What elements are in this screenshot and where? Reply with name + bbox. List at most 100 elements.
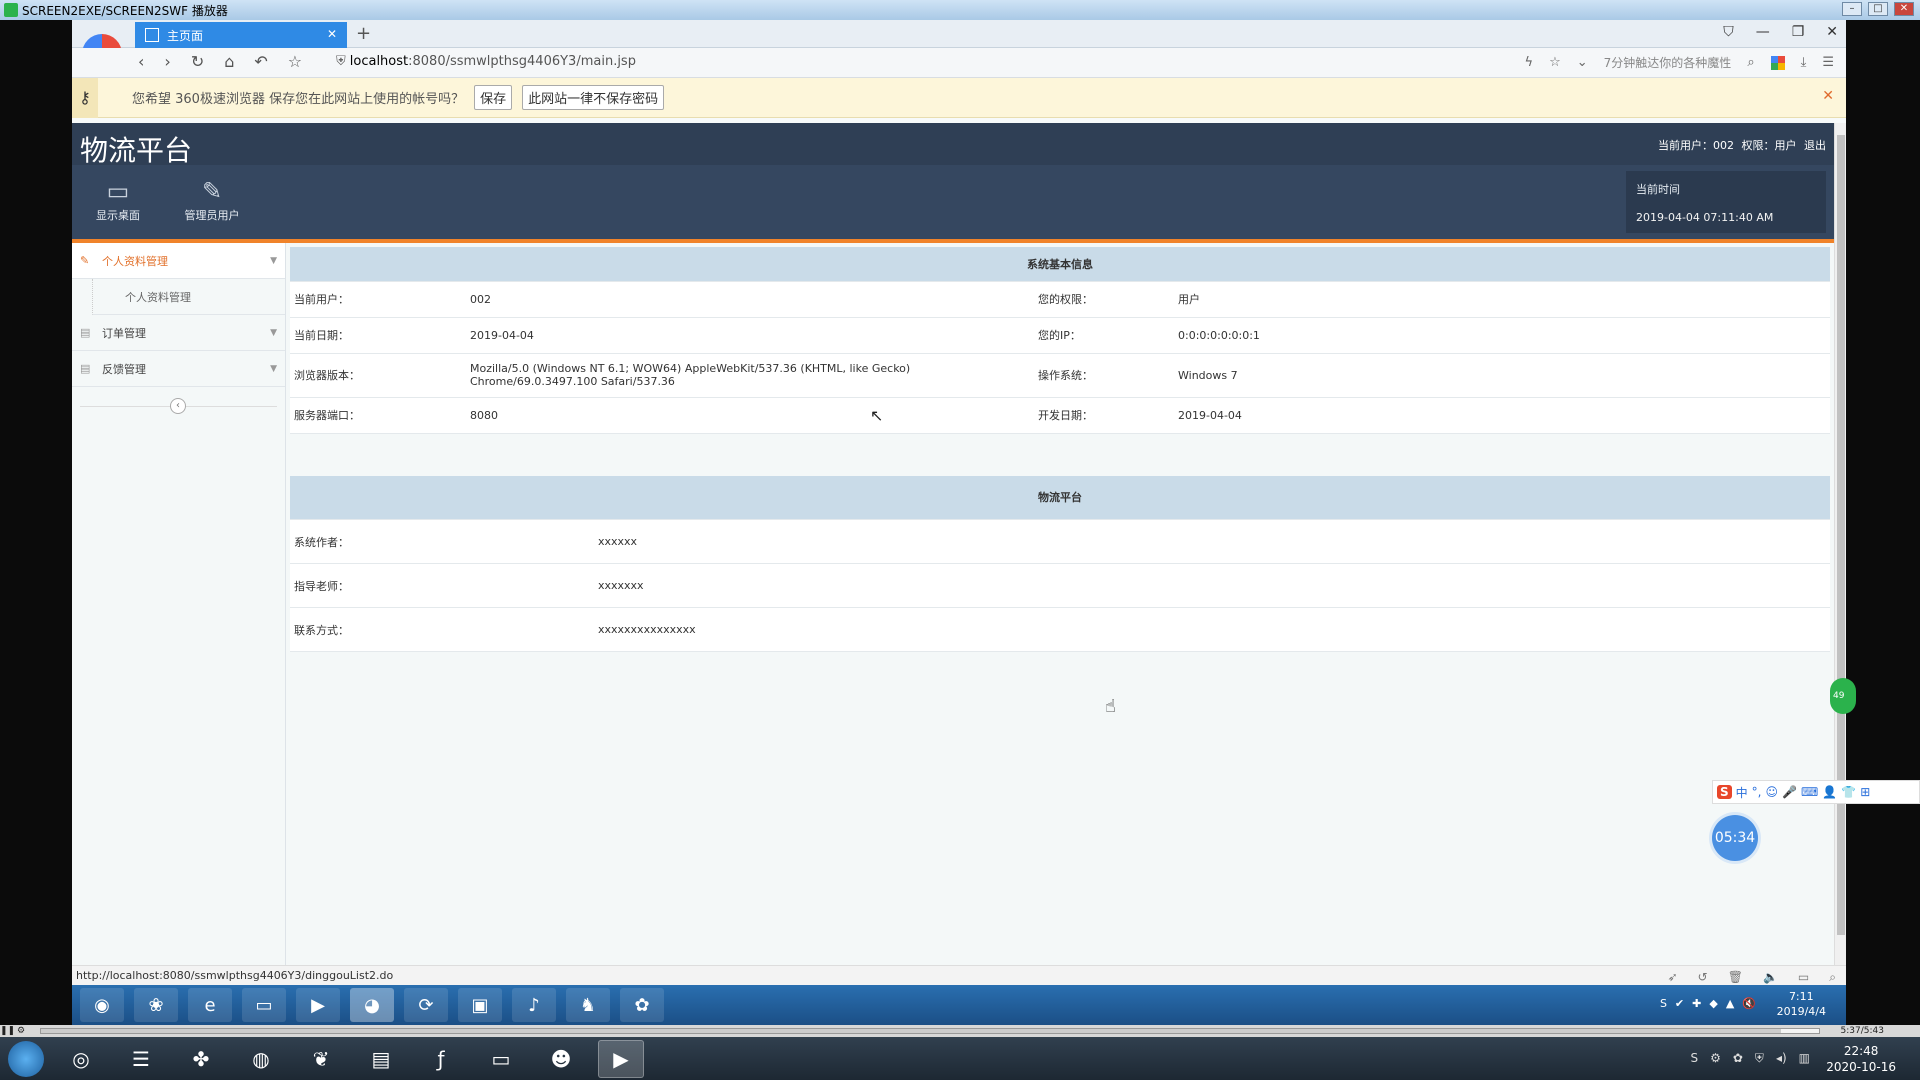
tab-main[interactable]: 主页面 ✕ bbox=[135, 22, 347, 48]
close-bar-icon[interactable]: ✕ bbox=[1822, 88, 1834, 104]
tray-icon[interactable]: ✔ bbox=[1675, 997, 1684, 1010]
side-badge[interactable]: 49 bbox=[1830, 678, 1856, 714]
sidebar-subitem-profile[interactable]: 个人资料管理 bbox=[92, 279, 285, 315]
screen2exe-icon[interactable]: ▶ bbox=[598, 1039, 644, 1078]
site-brand: 物流平台 bbox=[80, 134, 193, 167]
save-password-button[interactable]: 保存 bbox=[474, 85, 513, 110]
user-icon[interactable]: 👤 bbox=[1822, 785, 1837, 799]
start-button-icon[interactable] bbox=[8, 1040, 44, 1077]
folder-icon[interactable]: ▭ bbox=[242, 988, 286, 1022]
search-icon[interactable]: ⌕ bbox=[1747, 55, 1754, 70]
status-icons: ➶ ↺ 🗑 🔈 ▭ ⌕ bbox=[1668, 968, 1836, 985]
url-field[interactable]: ⛨ localhost:8080/ssmwlpthsg4406Y3/main.js… bbox=[336, 54, 636, 69]
browser-360-icon[interactable]: ◕ bbox=[350, 988, 394, 1022]
download-icon[interactable]: ⤓ bbox=[1801, 55, 1807, 70]
tray-icon[interactable]: S bbox=[1660, 997, 1667, 1010]
lightning-icon[interactable]: ϟ bbox=[1525, 55, 1534, 70]
microphone-icon[interactable]: 🎤 bbox=[1782, 785, 1797, 799]
speaker-mute-icon[interactable]: 🔇 bbox=[1742, 997, 1756, 1010]
green-app-icon[interactable]: ✿ bbox=[620, 988, 664, 1022]
shield-icon[interactable]: ⛨ bbox=[1755, 1051, 1764, 1066]
tab-bar: 主页面 ✕ + ⛉ — ❐ ✕ bbox=[72, 20, 1846, 74]
favorite-star-icon[interactable]: ☆ bbox=[1549, 55, 1561, 70]
zoom-icon[interactable]: ⌕ bbox=[1829, 968, 1836, 985]
chevron-down-icon: ▼ bbox=[270, 327, 277, 338]
dropdown-chevron-icon[interactable]: ⌄ bbox=[1577, 55, 1588, 70]
scrollbar-thumb[interactable] bbox=[1837, 135, 1845, 935]
show-desktop-button[interactable]: ▭ 显示桌面 bbox=[78, 177, 158, 223]
tray-icon[interactable]: ▲ bbox=[1726, 997, 1734, 1010]
home-icon[interactable]: ⌂ bbox=[224, 52, 234, 71]
game-icon[interactable]: ♞ bbox=[566, 988, 610, 1022]
seek-bar[interactable] bbox=[40, 1028, 1820, 1034]
sidebar-item-orders[interactable]: ▤ 订单管理 ▼ bbox=[72, 315, 285, 351]
new-tab-icon[interactable]: + bbox=[356, 23, 371, 44]
vertical-scrollbar[interactable] bbox=[1834, 123, 1846, 965]
minimize-icon[interactable]: — bbox=[1756, 24, 1770, 40]
ie-icon[interactable]: e bbox=[188, 988, 232, 1022]
trash-icon[interactable]: 🗑 bbox=[1728, 968, 1743, 985]
sidebar-item-feedback[interactable]: ▤ 反馈管理 ▼ bbox=[72, 351, 285, 387]
start-orb-icon[interactable]: ◉ bbox=[80, 988, 124, 1022]
nav-buttons: ‹ › ↻ ⌂ ↶ ☆ bbox=[138, 52, 302, 71]
notepad-icon[interactable]: ▤ bbox=[358, 1040, 404, 1078]
sound-icon[interactable]: 🔈 bbox=[1763, 968, 1778, 985]
emoji-icon[interactable]: ☺ bbox=[1766, 785, 1779, 799]
tab-close-icon[interactable]: ✕ bbox=[327, 27, 337, 41]
back-icon[interactable]: ‹ bbox=[138, 52, 144, 71]
close-icon[interactable]: ✕ bbox=[1894, 2, 1914, 16]
tray-icon[interactable]: ✿ bbox=[1733, 1051, 1743, 1066]
logout-link[interactable]: 退出 bbox=[1804, 139, 1826, 152]
collapse-left-icon[interactable]: ‹ bbox=[170, 398, 186, 414]
pause-icon[interactable]: ❚❚ bbox=[0, 1025, 15, 1037]
keyboard-icon[interactable]: ⌨ bbox=[1801, 785, 1818, 799]
admin-user-button[interactable]: ✎ 管理员用户 bbox=[172, 177, 252, 223]
minimize-icon[interactable]: – bbox=[1842, 2, 1862, 16]
news-link[interactable]: 7分钟触达你的各种魔性 bbox=[1604, 54, 1732, 71]
server-icon[interactable]: ▣ bbox=[458, 988, 502, 1022]
qq-icon[interactable]: ☻ bbox=[538, 1040, 584, 1078]
chrome-icon[interactable]: ◎ bbox=[58, 1040, 104, 1078]
sync-icon[interactable]: ⟳ bbox=[404, 988, 448, 1022]
history-icon[interactable]: ↺ bbox=[1698, 968, 1708, 985]
settings-icon[interactable]: ⚙ bbox=[14, 1025, 28, 1037]
tray-icon[interactable]: ◆ bbox=[1709, 997, 1717, 1010]
flash-icon[interactable]: ƒ bbox=[418, 1040, 464, 1078]
restore-icon[interactable]: ❐ bbox=[1792, 24, 1805, 40]
close-icon[interactable]: ✕ bbox=[1826, 24, 1838, 40]
forward-icon[interactable]: › bbox=[164, 52, 170, 71]
menu-icon[interactable]: ☰ bbox=[1822, 55, 1834, 70]
eclipse-icon[interactable]: ☰ bbox=[118, 1040, 164, 1078]
never-save-button[interactable]: 此网站一律不保存密码 bbox=[522, 85, 665, 110]
music-icon[interactable]: ♪ bbox=[512, 988, 556, 1022]
bookmark-star-icon[interactable]: ☆ bbox=[288, 52, 302, 71]
skin-icon[interactable]: 👕 bbox=[1841, 785, 1856, 799]
rocket-icon[interactable]: ➶ bbox=[1668, 968, 1678, 985]
speaker-icon[interactable]: ◂) bbox=[1776, 1051, 1787, 1066]
undo-close-icon[interactable]: ↶ bbox=[254, 52, 267, 71]
inner-clock[interactable]: 7:11 2019/4/4 bbox=[1777, 989, 1826, 1019]
os-clock[interactable]: 22:48 2020-10-16 bbox=[1826, 1043, 1896, 1075]
window-icon[interactable]: ▭ bbox=[1798, 968, 1809, 985]
tray-icon[interactable]: ⚙ bbox=[1710, 1051, 1721, 1066]
tray-icon[interactable]: S bbox=[1690, 1051, 1698, 1066]
folder-icon[interactable]: ▭ bbox=[478, 1040, 524, 1078]
network-icon[interactable]: ▥ bbox=[1799, 1051, 1810, 1066]
sidebar-item-profile[interactable]: ✎ 个人资料管理 ▼ bbox=[72, 243, 285, 279]
maximize-icon[interactable]: □ bbox=[1868, 2, 1888, 16]
tray-icon[interactable]: ✚ bbox=[1692, 997, 1701, 1010]
ime-toolbar[interactable]: S 中 °, ☺ 🎤 ⌨ 👤 👕 ⊞ bbox=[1712, 780, 1920, 804]
grid-icon[interactable]: ⊞ bbox=[1860, 785, 1870, 799]
punctuation-icon[interactable]: °, bbox=[1752, 785, 1762, 799]
baidu-icon[interactable]: ✤ bbox=[178, 1040, 224, 1078]
ime-mode[interactable]: 中 bbox=[1736, 784, 1748, 801]
apps-grid-icon[interactable] bbox=[1770, 55, 1785, 70]
recording-timer[interactable]: 05:34 bbox=[1712, 815, 1758, 861]
app-icon[interactable]: ❀ bbox=[134, 988, 178, 1022]
shirt-icon[interactable]: ⛉ bbox=[1723, 24, 1734, 40]
refresh-icon[interactable]: ↻ bbox=[191, 52, 204, 71]
leaf-app-icon[interactable]: ❦ bbox=[298, 1040, 344, 1078]
qq-browser-icon[interactable]: ◍ bbox=[238, 1040, 284, 1078]
current-time-value: 2019-04-04 07:11:40 AM bbox=[1636, 211, 1774, 224]
media-player-icon[interactable]: ▶ bbox=[296, 988, 340, 1022]
